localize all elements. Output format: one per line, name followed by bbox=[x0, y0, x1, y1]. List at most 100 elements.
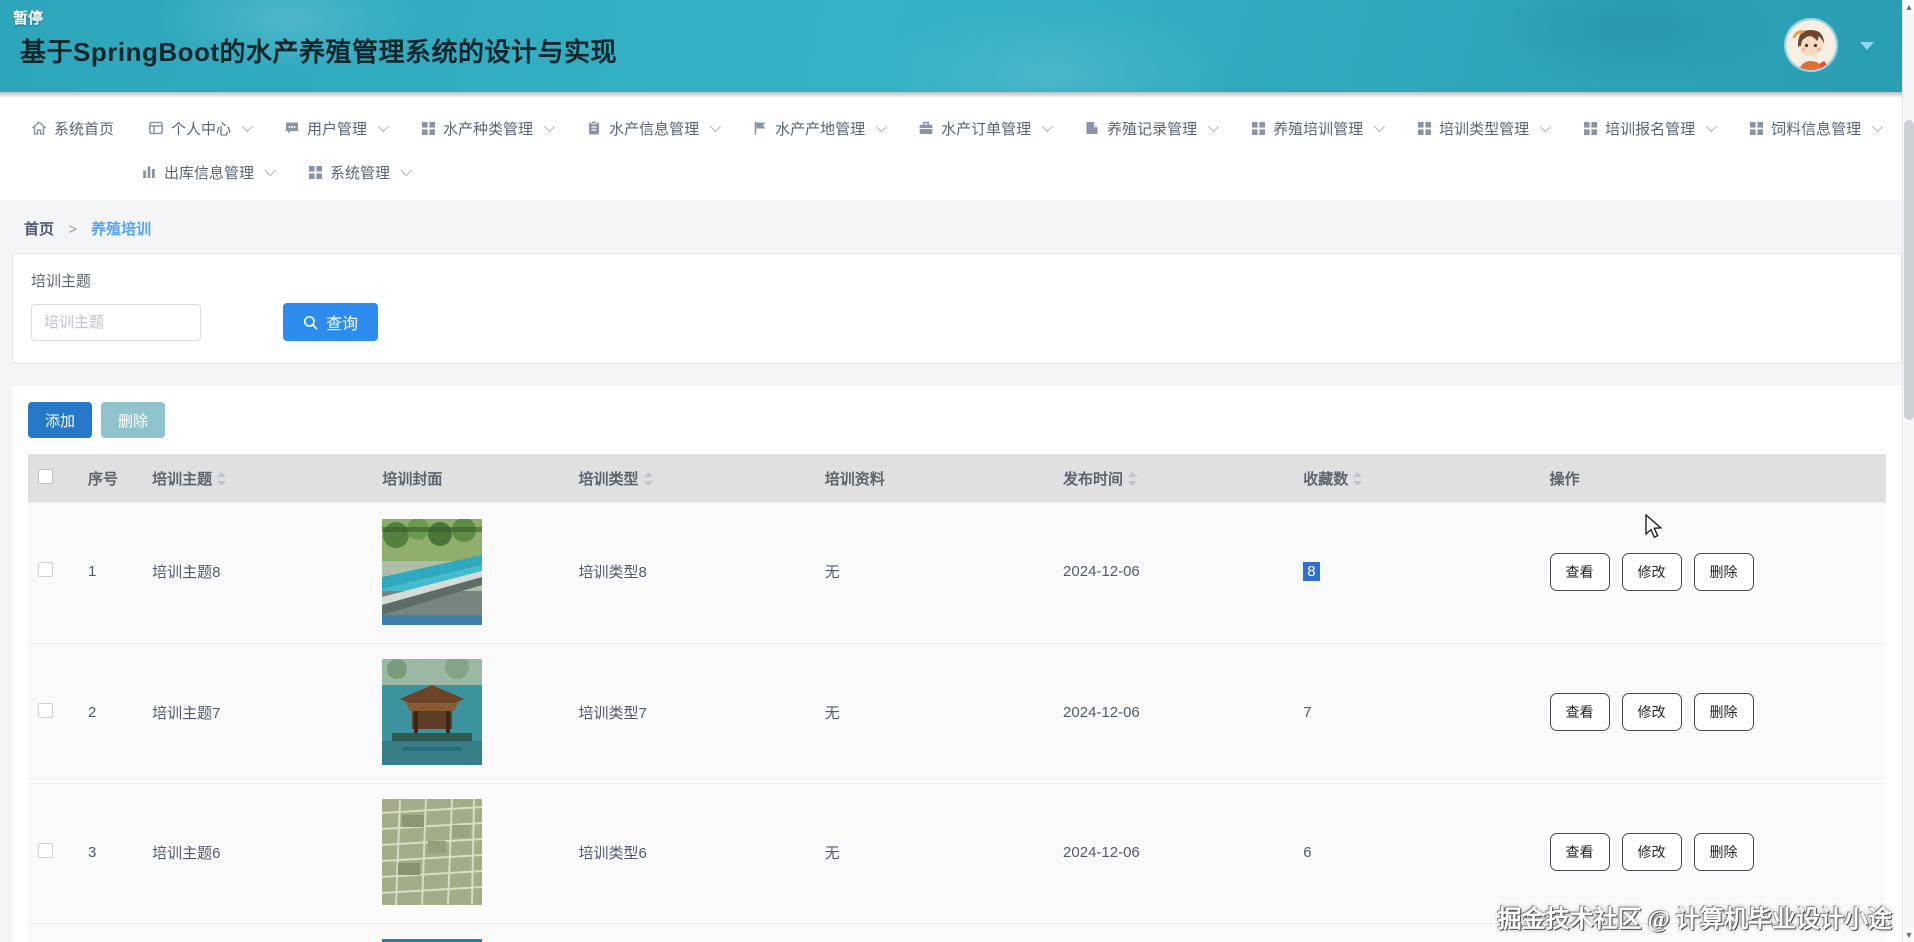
column-header-label: 操作 bbox=[1549, 470, 1580, 488]
training-material: 无 bbox=[814, 502, 1054, 643]
sort-caret-icon[interactable] bbox=[1353, 471, 1363, 486]
delete-button[interactable]: 删除 bbox=[101, 402, 166, 438]
scrollbar-up-arrow-icon[interactable]: ▲ bbox=[1903, 0, 1914, 14]
column-header-label: 培训类型 bbox=[578, 470, 639, 488]
breadcrumb: 首页 > 养殖培训 bbox=[12, 200, 1902, 253]
sort-caret-icon[interactable] bbox=[643, 471, 653, 486]
table-header-培训封面: 培训封面 bbox=[372, 454, 569, 502]
nav-item-label: 出库信息管理 bbox=[164, 164, 255, 182]
table-header-培训资料: 培训资料 bbox=[814, 454, 1054, 502]
training-topic: 培训主题5 bbox=[142, 922, 373, 942]
table-row: 2 培训主题7 培训类型7 无 2024-12-06 7 查看 修改 删除 bbox=[28, 642, 1886, 783]
nav-item-label: 系统首页 bbox=[54, 120, 115, 138]
flag-icon bbox=[752, 120, 768, 136]
breadcrumb-home[interactable]: 首页 bbox=[24, 221, 54, 238]
table-row: 1 培训主题8 培训类型8 无 2024-12-06 8 查看 修改 删除 bbox=[28, 502, 1886, 643]
table-header-培训主题[interactable]: 培训主题 bbox=[142, 454, 373, 502]
add-button[interactable]: 添加 bbox=[28, 402, 93, 438]
nav-item-aquatic-order-management[interactable]: 水产订单管理 bbox=[901, 118, 1067, 139]
training-topic: 培训主题6 bbox=[142, 782, 373, 923]
training-type: 培训类型6 bbox=[568, 782, 815, 923]
nav-item-label: 水产信息管理 bbox=[609, 120, 700, 138]
grid-icon bbox=[1582, 120, 1598, 136]
table-header-checkbox-cell bbox=[28, 454, 79, 502]
training-cover-image[interactable] bbox=[382, 518, 558, 625]
chevron-down-icon bbox=[400, 164, 413, 177]
chevron-down-icon bbox=[264, 164, 277, 177]
nav-item-breeding-training-management[interactable]: 养殖培训管理 bbox=[1233, 118, 1399, 139]
main-nav: 系统首页 个人中心 用户管理 水产种类管理 水产信息管理 水产产地管理 水产订单管理 养殖记录… bbox=[0, 92, 1914, 200]
search-field-label: 培训主题 bbox=[31, 273, 92, 290]
breadcrumb-current[interactable]: 养殖培训 bbox=[91, 221, 151, 238]
nav-row-2: 出库信息管理 系统管理 bbox=[14, 150, 1908, 194]
column-header-label: 收藏数 bbox=[1303, 470, 1349, 488]
delete-row-button[interactable]: 删除 bbox=[1693, 552, 1754, 591]
user-avatar[interactable] bbox=[1786, 20, 1836, 70]
nav-item-label: 水产订单管理 bbox=[941, 120, 1032, 138]
page-scrollbar[interactable]: ▲ ▼ bbox=[1902, 0, 1914, 942]
nav-item-aquatic-info-management[interactable]: 水产信息管理 bbox=[569, 118, 735, 139]
edit-button[interactable]: 修改 bbox=[1621, 833, 1682, 871]
row-index: 4 bbox=[78, 922, 143, 942]
training-material: 无 bbox=[814, 922, 1054, 942]
publish-date: 2024-12-06 bbox=[1053, 642, 1294, 783]
view-button[interactable]: 查看 bbox=[1549, 552, 1610, 591]
scrollbar-down-arrow-icon[interactable]: ▼ bbox=[1903, 928, 1914, 942]
app-header: 暂停 基于SpringBoot的水产养殖管理系统的设计与实现 bbox=[0, 0, 1914, 98]
nav-item-personal-center[interactable]: 个人中心 bbox=[131, 118, 267, 139]
table-header-培训类型[interactable]: 培训类型 bbox=[568, 454, 815, 502]
delete-row-button[interactable]: 删除 bbox=[1693, 693, 1754, 731]
nav-item-training-type-management[interactable]: 培训类型管理 bbox=[1399, 118, 1565, 139]
home-icon bbox=[31, 120, 47, 136]
table-header-收藏数[interactable]: 收藏数 bbox=[1293, 454, 1540, 502]
edit-button[interactable]: 修改 bbox=[1621, 552, 1682, 591]
publish-date: 2024-12-06 bbox=[1053, 782, 1294, 923]
nav-item-label: 水产产地管理 bbox=[775, 120, 866, 138]
row-checkbox[interactable] bbox=[38, 842, 53, 858]
select-all-checkbox[interactable] bbox=[38, 468, 53, 484]
nav-item-feed-info-management[interactable]: 饲料信息管理 bbox=[1731, 118, 1897, 139]
training-table: 序号 培训主题 培训封面 培训类型 培训资料 发布时间 收藏数 操作 1 培训主题8 培训类型8 无… bbox=[28, 454, 1886, 942]
user-menu-caret-icon[interactable] bbox=[1860, 42, 1874, 50]
nav-item-aquatic-origin-management[interactable]: 水产产地管理 bbox=[735, 118, 901, 139]
row-index: 3 bbox=[78, 782, 143, 923]
sort-caret-icon[interactable] bbox=[217, 471, 227, 486]
table-header-序号: 序号 bbox=[78, 454, 143, 502]
chevron-down-icon bbox=[1207, 120, 1220, 133]
nav-item-outbound-info-management[interactable]: 出库信息管理 bbox=[124, 162, 290, 183]
search-input[interactable] bbox=[31, 303, 201, 341]
favorites-count: 7 bbox=[1303, 703, 1312, 721]
column-header-label: 培训封面 bbox=[382, 470, 443, 488]
delete-row-button[interactable]: 删除 bbox=[1693, 833, 1754, 871]
favorites-count: 6 bbox=[1303, 843, 1312, 861]
bar-chart-icon bbox=[141, 164, 157, 180]
chevron-down-icon bbox=[377, 120, 390, 133]
nav-item-system-management[interactable]: 系统管理 bbox=[290, 162, 426, 183]
grid-icon bbox=[1250, 120, 1266, 136]
row-checkbox[interactable] bbox=[38, 702, 53, 718]
grid-icon bbox=[1748, 120, 1764, 136]
nav-item-training-signup-management[interactable]: 培训报名管理 bbox=[1565, 118, 1731, 139]
nav-item-home[interactable]: 系统首页 bbox=[14, 118, 131, 139]
panel-icon bbox=[148, 120, 164, 136]
chevron-down-icon bbox=[1871, 120, 1884, 133]
view-button[interactable]: 查看 bbox=[1549, 833, 1610, 871]
query-button[interactable]: 查询 bbox=[283, 303, 379, 341]
training-cover-image[interactable] bbox=[382, 659, 558, 765]
nav-item-user-management[interactable]: 用户管理 bbox=[267, 118, 403, 139]
training-cover-image[interactable] bbox=[382, 799, 558, 905]
table-header-发布时间[interactable]: 发布时间 bbox=[1053, 454, 1294, 502]
view-button[interactable]: 查看 bbox=[1549, 693, 1610, 731]
avatar-image bbox=[1786, 20, 1836, 70]
chat-icon bbox=[284, 120, 300, 136]
nav-item-label: 个人中心 bbox=[171, 120, 232, 138]
row-checkbox[interactable] bbox=[38, 562, 53, 577]
sort-caret-icon[interactable] bbox=[1128, 471, 1138, 486]
scrollbar-thumb[interactable] bbox=[1904, 120, 1914, 420]
nav-item-aquatic-species-management[interactable]: 水产种类管理 bbox=[403, 118, 569, 139]
nav-item-breeding-record-management[interactable]: 养殖记录管理 bbox=[1067, 118, 1233, 139]
nav-row-1: 系统首页 个人中心 用户管理 水产种类管理 水产信息管理 水产产地管理 水产订单管理 养殖记录… bbox=[14, 106, 1908, 150]
edit-button[interactable]: 修改 bbox=[1621, 693, 1682, 731]
nav-item-label: 用户管理 bbox=[307, 120, 368, 138]
training-type: 培训类型8 bbox=[568, 502, 815, 643]
